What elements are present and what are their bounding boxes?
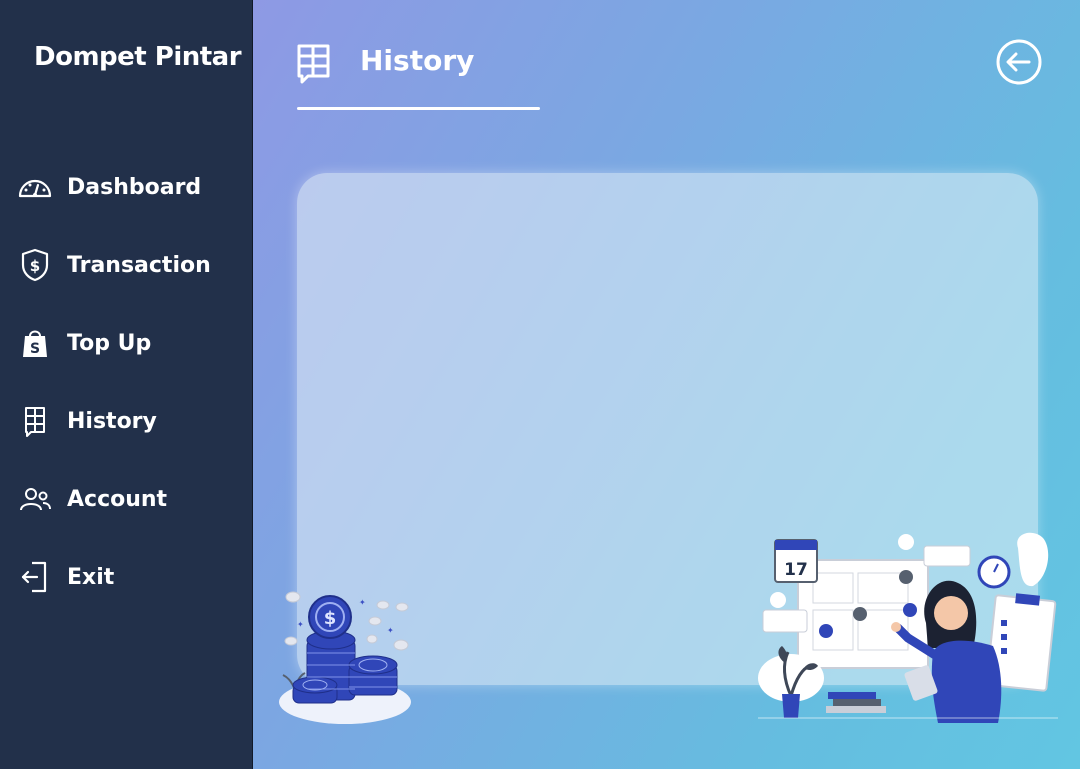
sidebar-item-exit[interactable]: Exit [18,555,248,599]
sidebar-item-label: Transaction [67,252,211,278]
table-history-icon [295,42,333,84]
sidebar-item-label: Exit [67,564,115,590]
main-content: History ✦ ✦ ✦ ✦ [253,0,1080,769]
exit-door-icon [18,560,52,594]
brand-title: Dompet Pintar [34,42,242,72]
sidebar-item-transaction[interactable]: $ Transaction [18,243,248,287]
sidebar-item-account[interactable]: Account [18,477,248,521]
sidebar-item-dashboard[interactable]: Dashboard [18,165,248,209]
svg-text:$: $ [30,257,40,275]
svg-text:$: $ [324,608,337,629]
svg-text:✦: ✦ [387,626,394,635]
shield-dollar-icon: $ [18,248,52,282]
dashboard-gauge-icon [18,170,52,204]
sidebar-item-label: Dashboard [67,174,202,200]
svg-text:✦: ✦ [359,598,366,607]
shopping-bag-icon: S [18,326,52,360]
title-underline [297,107,540,110]
coins-illustration: ✦ ✦ ✦ ✦ $ [277,585,417,730]
sidebar: Dompet Pintar Dashboard $ Transaction S … [0,0,253,769]
svg-text:S: S [30,341,40,357]
scheduling-illustration: 17 [758,528,1058,723]
sidebar-item-label: Account [67,486,168,512]
sidebar-item-label: Top Up [67,330,152,356]
table-history-icon [18,404,52,438]
users-icon [18,482,52,516]
svg-text:✦: ✦ [297,620,304,629]
sidebar-item-topup[interactable]: S Top Up [18,321,248,365]
sidebar-item-history[interactable]: History [18,399,248,443]
sidebar-item-label: History [67,408,157,434]
page-title: History [360,44,475,77]
back-button[interactable] [995,38,1043,86]
calendar-day: 17 [784,560,808,580]
arrow-left-circle-icon [996,39,1042,85]
